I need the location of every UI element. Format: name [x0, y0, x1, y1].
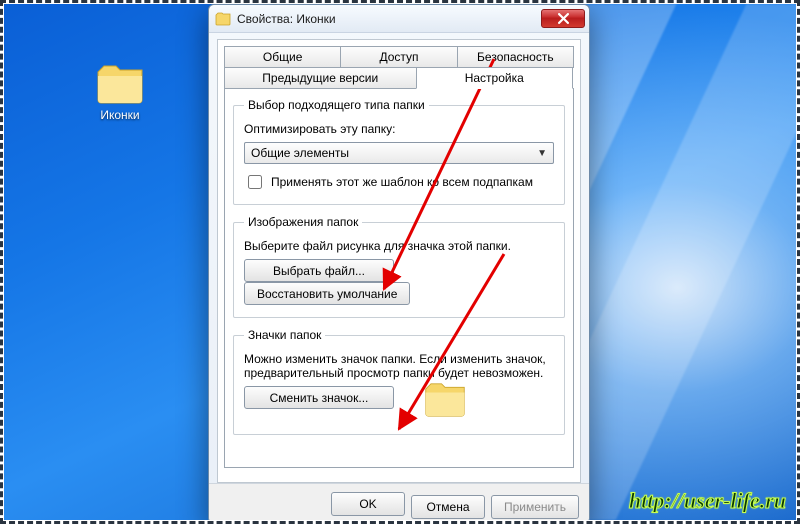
properties-dialog: Свойства: Иконки Общие Доступ Безопаснос… [208, 4, 590, 520]
tab-customize[interactable]: Настройка [416, 67, 574, 89]
folder-icon [96, 64, 144, 104]
apply-subfolders-input[interactable] [248, 175, 262, 189]
apply-subfolders-label: Применять этот же шаблон ко всем подпапк… [271, 175, 533, 189]
desktop-folder-icon[interactable]: Иконки [84, 64, 156, 122]
desktop: Иконки Свойства: Иконки Общие Доступ Без… [4, 4, 796, 520]
tab-row-2: Предыдущие версии Настройка [224, 67, 574, 89]
tab-previous-versions[interactable]: Предыдущие версии [224, 67, 417, 89]
group-folder-icons: Значки папок Можно изменить значок папки… [233, 328, 565, 435]
dialog-client: Общие Доступ Безопасность Предыдущие вер… [217, 39, 581, 483]
folder-icons-hint: Можно изменить значок папки. Если измени… [244, 352, 554, 380]
restore-default-button[interactable]: Восстановить умолчание [244, 282, 410, 305]
dialog-buttons: OK Отмена Применить [209, 483, 589, 520]
folder-preview-icon [424, 382, 466, 422]
chevron-down-icon: ▼ [537, 148, 547, 159]
desktop-folder-label: Иконки [84, 108, 156, 122]
group-folder-icons-legend: Значки папок [244, 328, 325, 342]
group-folder-images-legend: Изображения папок [244, 215, 362, 229]
titlebar[interactable]: Свойства: Иконки [209, 5, 589, 33]
group-folder-images: Изображения папок Выберите файл рисунка … [233, 215, 565, 318]
tab-content-customize: Выбор подходящего типа папки Оптимизиров… [224, 88, 574, 468]
folder-images-hint: Выберите файл рисунка для значка этой па… [244, 239, 554, 253]
group-folder-type: Выбор подходящего типа папки Оптимизиров… [233, 98, 565, 205]
close-button[interactable] [541, 9, 585, 28]
tab-general[interactable]: Общие [224, 46, 341, 68]
ok-button[interactable]: OK [331, 492, 405, 516]
change-icon-button[interactable]: Сменить значок... [244, 386, 394, 409]
tab-row-1: Общие Доступ Безопасность [224, 46, 574, 68]
tab-sharing[interactable]: Доступ [340, 46, 457, 68]
folder-icon [215, 11, 231, 27]
cancel-button[interactable]: Отмена [411, 495, 485, 519]
apply-button[interactable]: Применить [491, 495, 579, 519]
dialog-title: Свойства: Иконки [237, 12, 541, 26]
group-folder-type-legend: Выбор подходящего типа папки [244, 98, 429, 112]
choose-file-button[interactable]: Выбрать файл... [244, 259, 394, 282]
watermark: http://user-life.ru [629, 488, 786, 514]
apply-subfolders-checkbox[interactable]: Применять этот же шаблон ко всем подпапк… [244, 172, 554, 192]
optimize-combobox[interactable]: Общие элементы ▼ [244, 142, 554, 164]
tab-security[interactable]: Безопасность [457, 46, 574, 68]
optimize-label: Оптимизировать эту папку: [244, 122, 554, 136]
optimize-combobox-value: Общие элементы [251, 146, 349, 160]
